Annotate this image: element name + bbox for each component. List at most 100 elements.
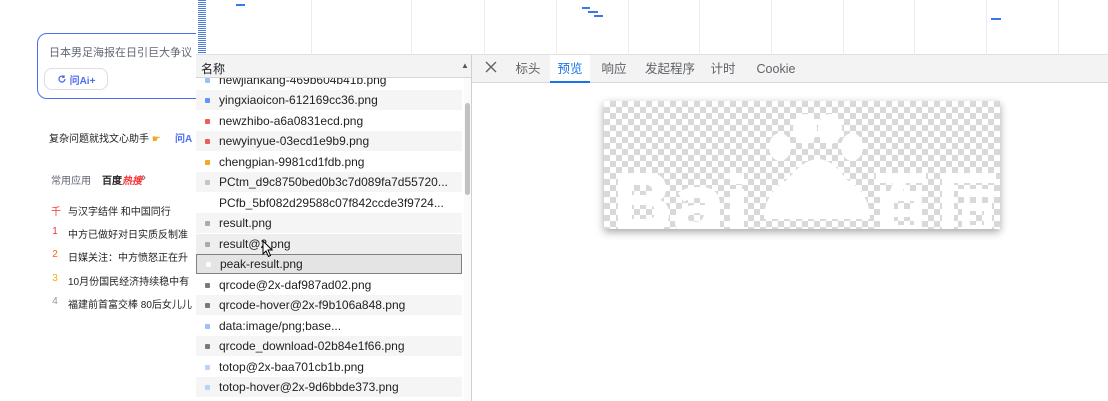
name-column-header[interactable]: 名称 ▲ [196,55,471,78]
request-name: qrcode-hover@2x-f9b106a848.png [219,298,406,312]
hot-list-item[interactable]: 3 10月份国民经济持续稳中有 [51,273,189,288]
timeline-gridline [771,0,772,55]
timeline-gridline [986,0,987,55]
request-name: newjiankang-469b604b41b.png [219,78,387,87]
request-row[interactable]: yingxiaoicon-612169cc36.png [196,90,462,110]
assistant-promo[interactable]: 复杂问题就找文心助手 ☛ [49,130,161,145]
tab-baidu-hot[interactable]: 百度热搜 [102,172,142,187]
pointing-hand-icon: ☛ [151,134,161,145]
request-row[interactable]: chengpian-9981cd1fdb.png [196,152,462,172]
hot-index: 3 [52,273,58,284]
baidu-logo-image [618,114,996,229]
file-type-icon [205,179,210,185]
timeline-gridline [628,0,629,55]
network-timeline-overview[interactable] [196,0,1108,55]
tab-headers[interactable]: 标头 [510,55,546,83]
file-type-icon [205,200,210,206]
file-type-icon [205,323,210,329]
hot-index: 千 [51,207,61,218]
timeline-request-bar [594,15,603,17]
request-name: peak-result.png [220,257,303,271]
request-row[interactable]: qrcode@2x-daf987ad02.png [196,275,462,295]
request-name: data:image/png;base... [219,319,342,333]
request-row[interactable]: newzhibo-a6a0831ecd.png [196,111,462,131]
request-list-scrollbar[interactable] [464,78,471,401]
file-type-icon [205,97,210,103]
hot-list-item[interactable]: 4 福建前首富交棒 80后女儿儿 [51,296,192,311]
hot-list-item[interactable]: 2 日媒关注：中方愤怒正在升 [51,249,188,264]
file-type-icon [205,364,210,370]
hot-list-item[interactable]: 千 与汉字结伴 和中国同行 [51,203,171,218]
hot-title: 福建前首富交棒 80后女儿儿 [68,300,192,311]
request-row[interactable]: qrcode_download-02b84e1f66.png [196,336,462,356]
tab-response[interactable]: 响应 [596,55,632,83]
request-row[interactable]: result@2.png [196,234,462,254]
request-name: chengpian-9981cd1fdb.png [219,155,365,169]
hot-title: 日媒关注：中方愤怒正在升 [68,253,188,264]
timeline-request-bar [991,18,1001,20]
image-preview [604,101,1000,229]
request-row[interactable]: newjiankang-469b604b41b.png [196,78,462,90]
chevron-right-icon[interactable]: › [142,170,146,184]
request-row[interactable]: totop@2x-baa701cb1b.png [196,357,462,377]
request-name: result@2.png [219,237,291,251]
timeline-gridline [1058,0,1059,55]
search-box[interactable]: 日本男足海报在日引巨大争议 问Ai+ [37,33,196,99]
scrollbar-thumb[interactable] [465,103,470,195]
request-row[interactable]: qrcode-hover@2x-f9b106a848.png [196,295,462,315]
request-row[interactable]: newyinyue-03ecd1e9b9.png [196,131,462,151]
ask-ai-label: 问Ai+ [69,75,96,87]
tab-hot-prefix: 百度 [102,176,122,187]
request-detail-panel: 标头 预览 响应 发起程序 计时 Cookie [472,55,1108,401]
network-request-list[interactable]: 名称 ▲ newjiankang-469b604b41b.png yingxia… [196,55,472,401]
assistant-link[interactable]: 问A [175,130,192,145]
file-type-icon [205,241,210,247]
file-type-icon [205,138,210,144]
timeline-gridline [843,0,844,55]
timeline-gridline [914,0,915,55]
tab-preview[interactable]: 预览 [550,55,590,83]
hot-title: 与汉字结伴 和中国同行 [68,207,171,218]
timeline-request-stack [198,0,206,54]
request-name: result.png [219,216,272,230]
file-type-icon [205,343,210,349]
file-type-icon [205,78,210,83]
tab-cookies[interactable]: Cookie [752,55,800,83]
name-column-label: 名称 [201,62,226,76]
request-name: newyinyue-03ecd1e9b9.png [219,134,370,148]
file-type-icon [205,159,210,165]
request-name: PCfb_5bf082d29588c07f842ccde3f9724... [219,196,444,210]
request-row[interactable]: data:image/png;base... [196,316,462,336]
hot-index: 2 [52,249,58,260]
timeline-request-bar [588,11,598,13]
hot-index: 1 [52,226,58,237]
hot-title: 10月份国民经济持续稳中有 [68,277,190,288]
tab-hot-accent: 热搜 [122,176,142,187]
request-name: newzhibo-a6a0831ecd.png [219,114,364,128]
timeline-request-bar [582,7,590,9]
request-row[interactable]: PCtm_d9c8750bed0b3c7d089fa7d55720... [196,172,462,192]
file-type-icon [205,118,210,124]
close-icon[interactable] [484,60,498,74]
request-name: PCtm_d9c8750bed0b3c7d089fa7d55720... [219,175,448,189]
request-row-selected[interactable]: peak-result.png [196,254,462,274]
mouse-cursor-icon [262,240,274,258]
file-type-icon [205,302,210,308]
ask-ai-button[interactable]: 问Ai+ [44,68,108,90]
request-name: totop@2x-baa701cb1b.png [219,360,364,374]
tab-timing[interactable]: 计时 [706,55,740,83]
request-row[interactable]: PCfb_5bf082d29588c07f842ccde3f9724... [196,193,462,213]
hot-list-item[interactable]: 1 中方已做好对日实质反制准 [51,226,188,241]
detail-tab-bar: 标头 预览 响应 发起程序 计时 Cookie [472,55,1108,83]
sort-ascending-icon[interactable]: ▲ [461,61,469,70]
file-type-icon [205,282,210,288]
request-row[interactable]: totop-hover@2x-9d6bbde373.png [196,377,462,397]
tab-initiator[interactable]: 发起程序 [640,55,700,83]
file-type-icon [205,384,210,390]
tab-common-apps[interactable]: 常用应用 [51,172,91,187]
request-name: totop-hover@2x-9d6bbde373.png [219,380,399,394]
timeline-gridline [484,0,485,55]
search-placeholder: 日本男足海报在日引巨大争议 [49,47,192,59]
file-type-icon [206,261,211,267]
request-row[interactable]: result.png [196,213,462,233]
